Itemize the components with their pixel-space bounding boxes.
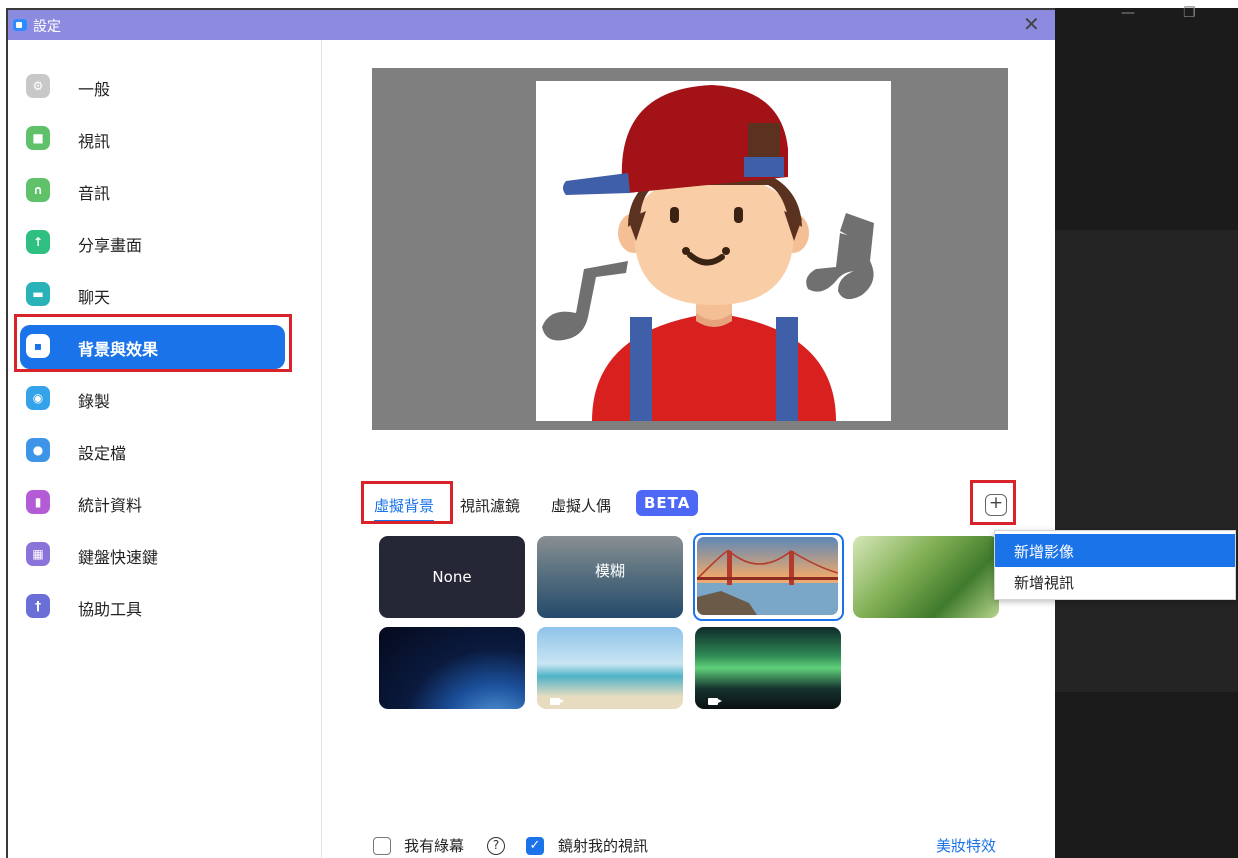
sidebar-item-profile[interactable]: ● 設定檔 <box>20 429 285 473</box>
video-preview <box>372 68 1008 430</box>
beauty-effects-link[interactable]: 美妝特效 <box>936 835 996 856</box>
background-thumb-label: None <box>432 568 472 586</box>
sidebar-item-audio[interactable]: ∩ 音訊 <box>20 169 285 213</box>
background-thumb-label: 模糊 <box>594 562 625 580</box>
mirror-video-label: 鏡射我的視訊 <box>558 837 649 855</box>
sidebar-item-label: 音訊 <box>78 184 111 203</box>
sidebar-item-label: 錄製 <box>78 392 111 411</box>
statistics-icon: ▮ <box>26 490 50 514</box>
minimize-button[interactable]: — <box>1121 5 1135 21</box>
add-background-menu: 新增影像 新增視訊 <box>994 530 1236 600</box>
background-thumb-grass[interactable] <box>853 536 999 618</box>
keyboard-icon: ▦ <box>26 542 50 566</box>
highlight-box-tab <box>361 481 453 524</box>
profile-icon: ● <box>26 438 50 462</box>
sidebar-item-label: 設定檔 <box>78 444 127 463</box>
avatar-preview-image <box>536 81 891 421</box>
menu-item-add-video[interactable]: 新增視訊 <box>995 565 1235 598</box>
golden-gate-image <box>696 537 839 615</box>
sidebar-item-accessibility[interactable]: † 協助工具 <box>20 585 285 629</box>
sidebar-item-statistics[interactable]: ▮ 統計資料 <box>20 481 285 525</box>
green-screen-checkbox[interactable] <box>373 837 391 855</box>
video-camera-icon <box>550 698 564 705</box>
settings-sidebar: ⚙ 一般 ■ 視訊 ∩ 音訊 ↑ 分享畫面 ▬ 聊天 ▪ 背景與效果 ◉ 錄製 … <box>8 40 322 858</box>
accessibility-icon: † <box>26 594 50 618</box>
title-bar: 設定 ✕ <box>8 10 1055 40</box>
sidebar-item-label: 一般 <box>78 80 111 99</box>
green-screen-label: 我有綠幕 <box>404 837 465 855</box>
highlight-box-add-button <box>970 480 1016 525</box>
sidebar-item-label: 分享畫面 <box>78 236 143 255</box>
background-thumb-earth[interactable] <box>379 627 525 709</box>
background-app-area: — ❐ <box>1055 5 1238 858</box>
help-icon[interactable]: ? <box>487 837 505 855</box>
background-thumb-golden-gate[interactable] <box>693 533 844 621</box>
cartoon-boy-illustration <box>542 85 874 421</box>
sidebar-item-label: 聊天 <box>78 288 111 307</box>
highlight-box-sidebar <box>14 314 292 372</box>
background-thumb-beach[interactable] <box>537 627 683 709</box>
headphones-icon: ∩ <box>26 178 50 202</box>
tab-avatars[interactable]: 虛擬人偶 <box>551 495 611 516</box>
window-title: 設定 <box>33 19 61 35</box>
screenshot: — ❐ 設定 ✕ ⚙ 一般 ■ 視訊 ∩ 音訊 ↑ 分享畫面 ▬ 聊天 ▪ 背景… <box>0 0 1238 858</box>
background-thumb-aurora[interactable] <box>695 627 841 709</box>
beta-badge: BETA <box>636 490 699 516</box>
video-camera-icon <box>708 698 722 705</box>
zoom-app-icon <box>13 19 27 31</box>
sidebar-item-video[interactable]: ■ 視訊 <box>20 117 285 161</box>
mirror-video-checkbox[interactable]: ✓ <box>526 837 544 855</box>
settings-window: 設定 ✕ ⚙ 一般 ■ 視訊 ∩ 音訊 ↑ 分享畫面 ▬ 聊天 ▪ 背景與效果 … <box>6 8 1055 858</box>
menu-item-add-image[interactable]: 新增影像 <box>995 534 1235 567</box>
close-icon[interactable]: ✕ <box>1023 13 1040 35</box>
tab-video-filters[interactable]: 視訊濾鏡 <box>460 495 520 516</box>
background-video-band <box>1055 230 1238 692</box>
video-camera-icon: ■ <box>26 126 50 150</box>
sidebar-item-label: 統計資料 <box>78 496 143 515</box>
record-icon: ◉ <box>26 386 50 410</box>
background-thumb-blur[interactable]: 模糊 <box>537 536 683 618</box>
restore-button[interactable]: ❐ <box>1183 5 1196 21</box>
sidebar-item-general[interactable]: ⚙ 一般 <box>20 65 285 109</box>
sidebar-item-label: 協助工具 <box>78 600 143 619</box>
sidebar-item-label: 鍵盤快速鍵 <box>78 548 159 567</box>
sidebar-item-share-screen[interactable]: ↑ 分享畫面 <box>20 221 285 265</box>
share-screen-icon: ↑ <box>26 230 50 254</box>
background-thumb-none[interactable]: None <box>379 536 525 618</box>
sidebar-item-chat[interactable]: ▬ 聊天 <box>20 273 285 317</box>
sidebar-item-keyboard-shortcuts[interactable]: ▦ 鍵盤快速鍵 <box>20 533 285 577</box>
chat-bubble-icon: ▬ <box>26 282 50 306</box>
sidebar-item-recording[interactable]: ◉ 錄製 <box>20 377 285 421</box>
sidebar-item-label: 視訊 <box>78 132 111 151</box>
gear-icon: ⚙ <box>26 74 50 98</box>
